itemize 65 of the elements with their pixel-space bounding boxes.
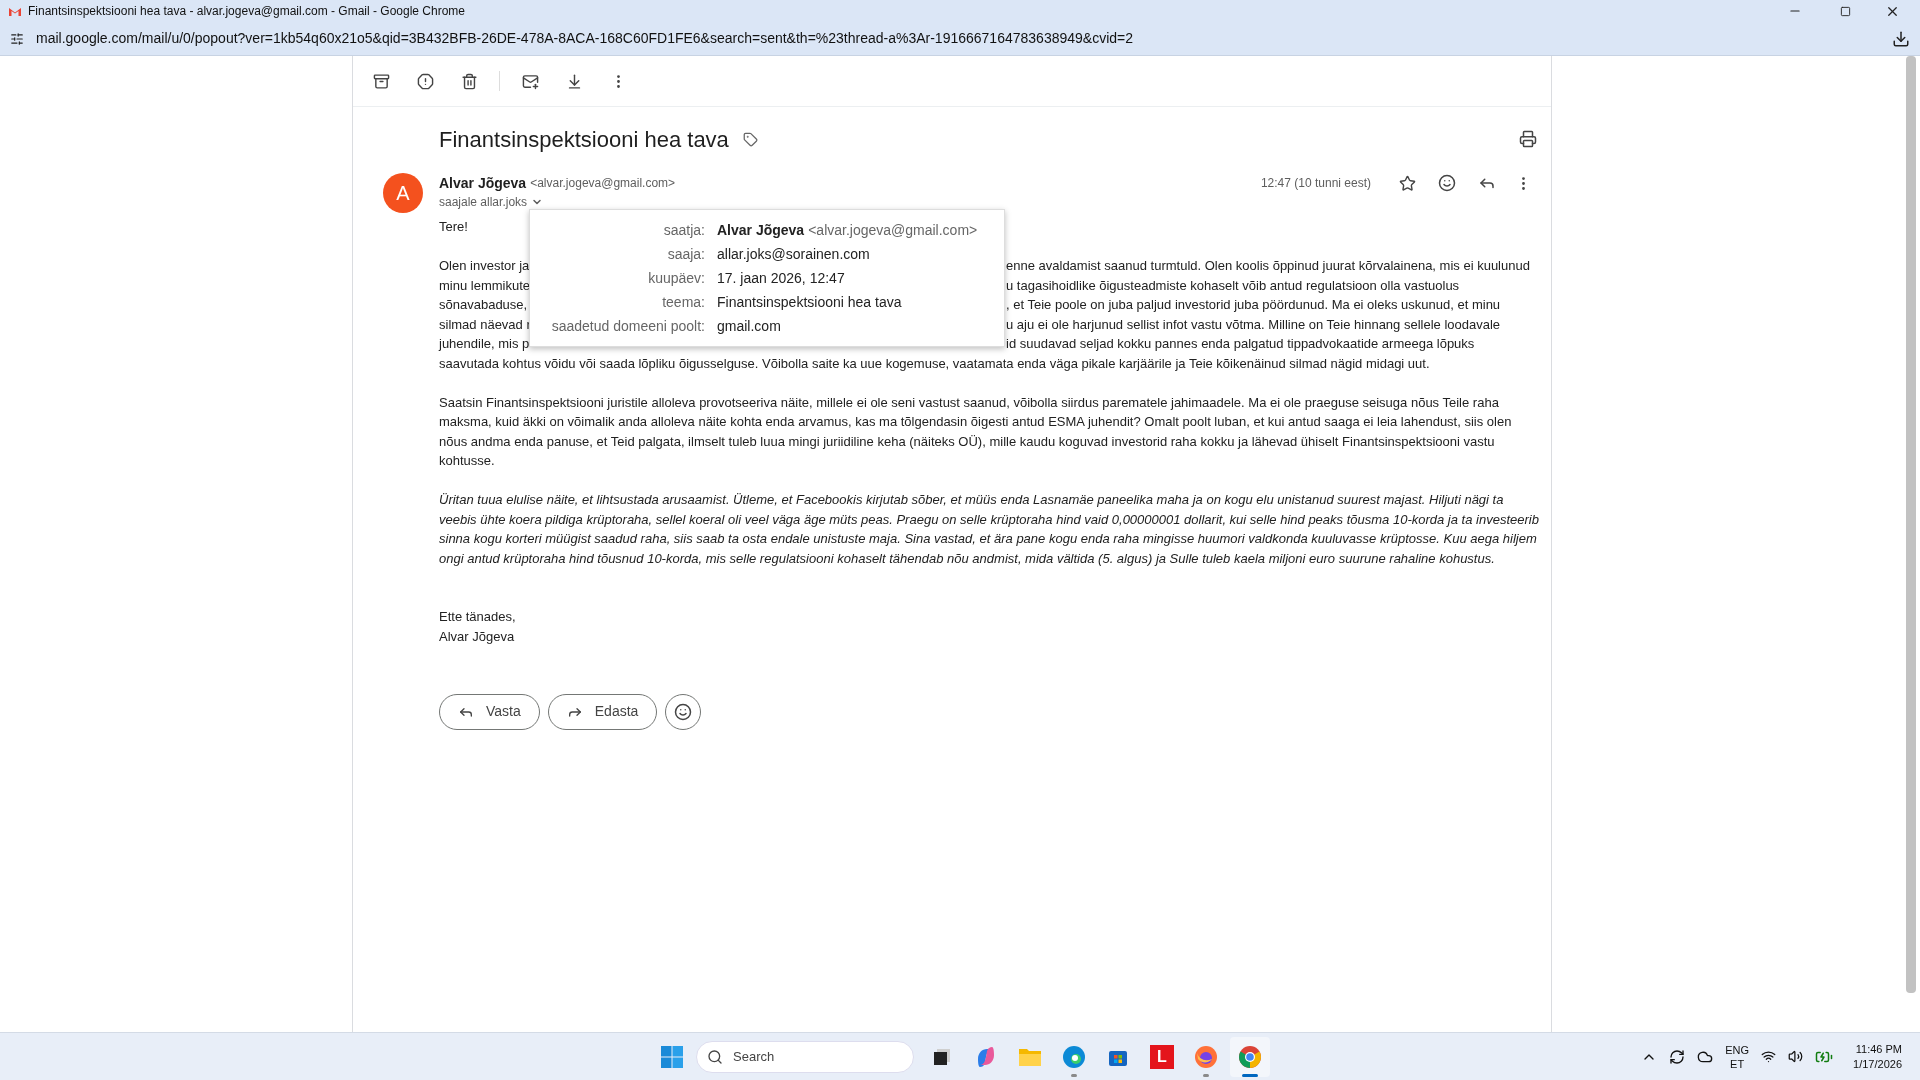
email-subject: Finantsinspektsiooni hea tava (439, 125, 729, 154)
detail-label: saadetud domeeni poolt: (550, 317, 705, 336)
body-text-line: juhendile, mis p (439, 336, 530, 351)
emoji-icon (674, 703, 693, 721)
windows-logo-icon[interactable] (660, 1045, 684, 1069)
running-indicator (1242, 1074, 1258, 1077)
taskbar-search-field[interactable]: Search (696, 1041, 914, 1073)
recipients-toggle[interactable]: saajale allar.joks (439, 193, 544, 211)
detail-value: Alvar Jõgeva (717, 222, 805, 238)
email-greeting: Tere! (439, 218, 468, 236)
body-text-line: minu lemmikute (439, 277, 531, 293)
star-icon[interactable] (1398, 174, 1416, 192)
download-icon[interactable] (1892, 29, 1910, 48)
archive-icon[interactable] (372, 72, 390, 90)
body-text-line: Olen investor ja (439, 258, 530, 273)
detail-value: allar.joks@sorainen.com (717, 246, 870, 262)
body-text-line: sõnavabaduse, (439, 297, 528, 312)
mark-unread-icon[interactable] (521, 72, 539, 90)
trash-icon[interactable] (460, 72, 478, 90)
clock-date[interactable]: 1/17/2026 (1853, 1056, 1902, 1072)
mail-logo-icon (8, 5, 22, 17)
window-title: Finantsinspektsiooni hea tava - alvar.jogeva@gmail.com - Gmail - Google Chrome (28, 3, 466, 20)
detail-label: saatja: (662, 221, 705, 240)
print-icon[interactable] (1519, 130, 1537, 148)
body-paragraph: Saatsin Finantsinspektsiooni juristile alloleva provotseeriva näite, millele ei ole seni vastust saanud, võibolla siirdus parematele jahimaadele. Ma ei ole praeguse seisuga nõus Teile raha maksma, kuid äkki on võimalik anda alloleva näite kohta enda arvamus, kas ma tõlgendasin õigesti antud ESMA juhendit? Omalt poolt luban, et kui antud saaga ei leia lahendust, siis olen nõus andma enda panuse, et Teid palgata, ilmselt tuleb luua mingi juriidiline keha (näiteks OÜ), mille kaudu koguvad investorid raha kokku ja lähevad ühiselt Finantsinspektsiooni vastu kohtusse. (439, 393, 1513, 470)
url-field[interactable]: mail.google.com/mail/u/0/popout?ver=1kb54q60x21o5&qid=3B432BFB-26DE-478A-8ACA-168C60FD1FE6&search=sent&th=%23thread-a%3Ar-1916667164783638949&cvid=2 (36, 28, 1133, 49)
detail-label: saaja: (666, 245, 705, 264)
body-text-line: id suudavad seljad kokku pannes enda palgatud tippadvokaatide armeega lõpuks (1006, 335, 1475, 353)
restore-icon[interactable] (1840, 5, 1851, 17)
emoji-icon[interactable] (1438, 174, 1456, 192)
signoff-line: Ette tänades, (439, 608, 516, 626)
site-info-icon[interactable] (10, 31, 24, 46)
wifi-icon[interactable] (1761, 1049, 1777, 1064)
language-indicator[interactable]: ENG (1725, 1042, 1750, 1057)
running-indicator (1071, 1074, 1077, 1077)
body-text-line: enne avaldamist saanud turmtuld. Olen koolis õppinud juurat kõrvalainena, mis ei kuulunud (1006, 257, 1530, 275)
detail-note: <alvar.jogeva@gmail.com> (808, 222, 978, 238)
detail-value: gmail.com (717, 318, 781, 334)
sender-name: Alvar Jõgeva (439, 173, 527, 193)
search-icon (707, 1049, 723, 1065)
signoff-line: Alvar Jõgeva (439, 627, 515, 646)
app-tile[interactable]: L (1150, 1045, 1174, 1069)
chrome-icon[interactable] (1238, 1045, 1262, 1069)
edge-icon[interactable] (1062, 1045, 1086, 1069)
detail-value: 17. jaan 2026, 12:47 (717, 270, 845, 286)
layout-indicator[interactable]: ET (1730, 1056, 1745, 1071)
detail-label: teema: (661, 293, 705, 312)
sender-avatar: A (383, 173, 423, 213)
body-paragraph: Üritan tuua elulise näite, et lihtsustada arusaamist. Ütleme, et Facebookis kirjutab sõber, et müüs enda Lasnamäe paneelika maha ja on kogu elu unistanud suurest majast. Hiljuti nägi ta veebis ühte koera pildiga krüptoraha, sellel koeral oli veel väga äge müts peas. Praegu on selle krüptoraha hind vaid 0,00000001 dollarit, kui selle hind peaks tõusma 10-korda ja ta investeerib sinna kogu korteri müügist saadud raha, siis saab ta osta endale unistuste maja. Sina vastad, et ära pane kogu enda raha mingisse huumori valdkonda kuuluvasse krüptosse. Kuu aega hiljem ongi antud krüptoraha hind tõusnud 10-korda, mis selle regulatsiooni kohaselt tähendab nõu andmist, mida vältida (5. algus) ja Sulle tuleb kaela miljoni euro suurune rahaline kohustus. (439, 491, 1540, 568)
body-text-line: u tagasihoidlike õigusteadmiste kohaselt võib antud regulatsioon olla vastuolus (1006, 276, 1460, 295)
body-text-line: , et Teie poole on juba paljud investorid juba pöördunud. Ma ei oleks uskunud, et minu (1006, 296, 1501, 314)
body-text-line: saavutada kohtus võidu või saada lõpliku õigusselguse. Võibolla saite ka uue kogemuse, vaatamata enda väga pikale karjäärile ja Teie kõikenäinud silmad nägid midagi uut. (439, 355, 1430, 371)
volume-icon[interactable] (1788, 1049, 1804, 1064)
sender-email: <alvar.jogeva@gmail.com> (530, 175, 676, 192)
detail-value: Finantsinspektsiooni hea tava (717, 294, 902, 310)
window-stack-icon[interactable] (931, 1046, 953, 1068)
sent-time: 12:47 (10 tunni eest) (1260, 175, 1371, 192)
spam-icon[interactable] (416, 72, 434, 90)
body-text-line: u aju ei ole harjunud sellist infot vastu võtma. Milline on Teie hinnang sellele loodavale (1006, 315, 1501, 334)
running-indicator (1203, 1074, 1209, 1077)
clock-time[interactable]: 11:46 PM (1855, 1041, 1902, 1057)
detail-label: kuupäev: (647, 269, 705, 288)
label-icon[interactable] (742, 131, 758, 147)
sync-icon[interactable] (1669, 1048, 1686, 1065)
firefox-icon[interactable] (1194, 1045, 1218, 1069)
